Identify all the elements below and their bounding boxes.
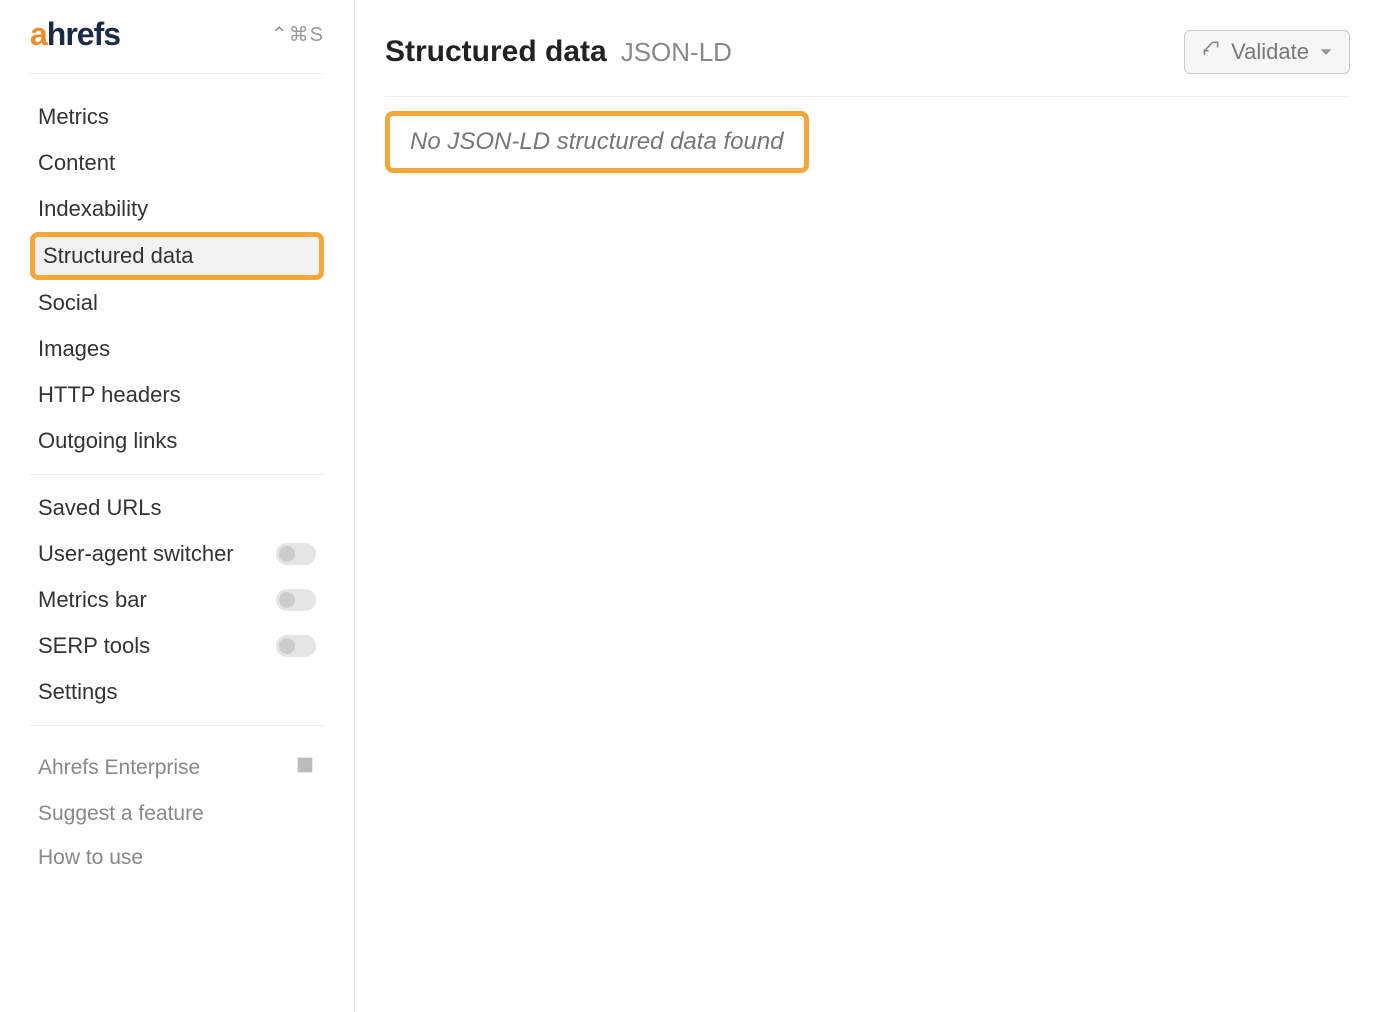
- sidebar-item-images[interactable]: Images: [30, 326, 324, 372]
- sidebar-item-outgoing-links[interactable]: Outgoing links: [30, 418, 324, 464]
- sidebar-item-label: Social: [38, 290, 98, 316]
- external-link-icon: [294, 754, 316, 782]
- sidebar-item-label: Content: [38, 150, 115, 176]
- sidebar-item-label: Ahrefs Enterprise: [38, 756, 200, 780]
- footer-group: Ahrefs Enterprise Suggest a feature How …: [30, 726, 324, 880]
- page-title: Structured data: [385, 35, 607, 69]
- sidebar-item-label: User-agent switcher: [38, 541, 234, 567]
- sidebar-item-settings[interactable]: Settings: [30, 669, 324, 715]
- sidebar-item-how-to-use[interactable]: How to use: [30, 836, 324, 880]
- sidebar: ahrefs ⌃⌘S Metrics Content Indexability …: [0, 0, 355, 1012]
- sidebar-item-label: Structured data: [43, 243, 193, 269]
- brand-a: a: [30, 16, 47, 52]
- sidebar-item-structured-data[interactable]: Structured data: [30, 232, 324, 280]
- sidebar-item-saved-urls[interactable]: Saved URLs: [30, 485, 324, 531]
- sidebar-item-user-agent-switcher[interactable]: User-agent switcher: [30, 531, 324, 577]
- sidebar-item-label: Outgoing links: [38, 428, 177, 454]
- shortcut-label: ⌃⌘S: [271, 22, 324, 47]
- sidebar-item-label: Indexability: [38, 196, 148, 222]
- toggle-serp-tools[interactable]: [276, 635, 316, 657]
- toggle-user-agent[interactable]: [276, 543, 316, 565]
- sidebar-item-http-headers[interactable]: HTTP headers: [30, 372, 324, 418]
- nav-group: Metrics Content Indexability Structured …: [30, 84, 324, 475]
- validate-label: Validate: [1231, 39, 1309, 65]
- tools-group: Saved URLs User-agent switcher Metrics b…: [30, 475, 324, 726]
- sidebar-item-label: How to use: [38, 846, 143, 870]
- main-content: Structured data JSON-LD Validate No JSON…: [355, 0, 1380, 1012]
- sidebar-item-label: Metrics bar: [38, 587, 147, 613]
- toggle-metrics-bar[interactable]: [276, 589, 316, 611]
- validate-button[interactable]: Validate: [1184, 30, 1350, 74]
- main-header: Structured data JSON-LD Validate: [385, 30, 1350, 97]
- validate-icon: [1201, 39, 1221, 65]
- sidebar-item-label: HTTP headers: [38, 382, 181, 408]
- sidebar-item-serp-tools[interactable]: SERP tools: [30, 623, 324, 669]
- sidebar-item-indexability[interactable]: Indexability: [30, 186, 324, 232]
- brand-logo: ahrefs: [30, 16, 120, 53]
- sidebar-item-label: Suggest a feature: [38, 802, 204, 826]
- sidebar-item-label: Settings: [38, 679, 118, 705]
- brand-rest: hrefs: [47, 16, 120, 52]
- sidebar-item-enterprise[interactable]: Ahrefs Enterprise: [30, 744, 324, 792]
- page-subtitle: JSON-LD: [621, 37, 732, 68]
- sidebar-item-suggest-feature[interactable]: Suggest a feature: [30, 792, 324, 836]
- sidebar-item-label: Images: [38, 336, 110, 362]
- brand-row: ahrefs ⌃⌘S: [30, 16, 324, 74]
- sidebar-item-metrics-bar[interactable]: Metrics bar: [30, 577, 324, 623]
- sidebar-item-label: SERP tools: [38, 633, 150, 659]
- empty-state-message: No JSON-LD structured data found: [385, 111, 809, 173]
- sidebar-item-label: Saved URLs: [38, 495, 162, 521]
- title-block: Structured data JSON-LD: [385, 35, 732, 69]
- sidebar-item-label: Metrics: [38, 104, 109, 130]
- message-text: No JSON-LD structured data found: [410, 128, 784, 155]
- sidebar-item-content[interactable]: Content: [30, 140, 324, 186]
- sidebar-item-social[interactable]: Social: [30, 280, 324, 326]
- sidebar-item-metrics[interactable]: Metrics: [30, 94, 324, 140]
- chevron-down-icon: [1319, 39, 1333, 65]
